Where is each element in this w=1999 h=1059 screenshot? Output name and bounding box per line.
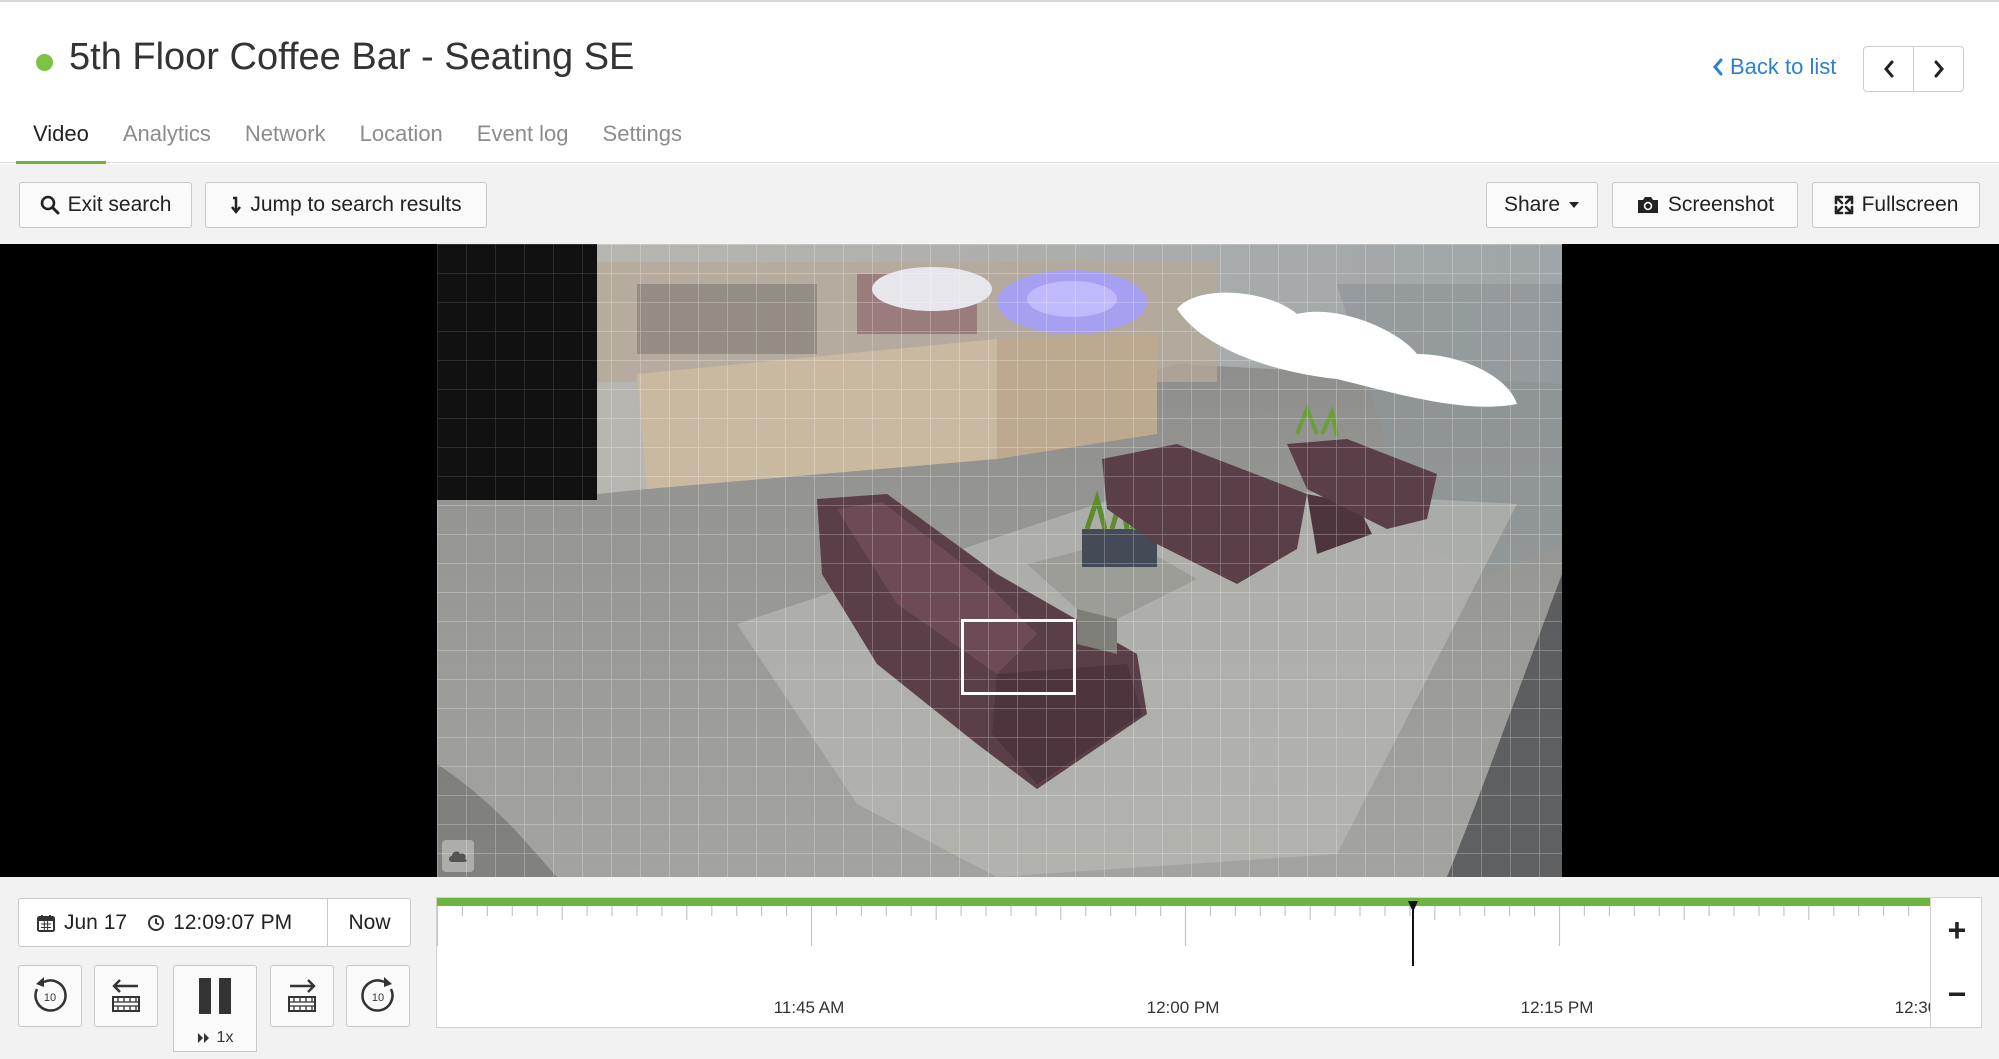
date-display[interactable]: Jun 17 bbox=[36, 911, 127, 935]
tab-event-log[interactable]: Event log bbox=[460, 118, 586, 164]
page-header: 5th Floor Coffee Bar - Seating SE Back t… bbox=[0, 2, 1999, 164]
jump-to-now-button[interactable]: Now bbox=[327, 898, 411, 947]
next-camera-button[interactable] bbox=[1913, 47, 1963, 91]
fullscreen-icon bbox=[1834, 195, 1853, 215]
next-clip-icon bbox=[288, 979, 316, 1012]
svg-text:10: 10 bbox=[44, 992, 56, 1004]
camera-feed-image bbox=[437, 244, 1562, 877]
tab-network[interactable]: Network bbox=[228, 118, 343, 164]
online-status-dot bbox=[36, 54, 53, 71]
jump-to-search-results-button[interactable]: Jump to search results bbox=[205, 182, 487, 228]
fullscreen-button[interactable]: Fullscreen bbox=[1812, 182, 1980, 228]
rewind-10-icon: 10 bbox=[34, 977, 67, 1012]
time-display[interactable]: 12:09:07 PM bbox=[147, 911, 292, 935]
svg-text:10: 10 bbox=[372, 992, 384, 1004]
timeline-zoom-controls: + − bbox=[1930, 897, 1982, 1028]
previous-event-button[interactable] bbox=[94, 965, 158, 1027]
motion-search-region[interactable] bbox=[961, 619, 1076, 695]
chevron-left-icon bbox=[1883, 60, 1893, 78]
fast-forward-icon bbox=[197, 1032, 209, 1043]
caret-down-icon bbox=[1569, 202, 1580, 208]
cloud-icon bbox=[442, 840, 474, 872]
timeline-label-1145: 11:45 AM bbox=[774, 998, 845, 1017]
previous-camera-button[interactable] bbox=[1864, 47, 1913, 91]
back-to-list-link[interactable]: Back to list bbox=[1712, 54, 1836, 80]
camera-navigation bbox=[1863, 46, 1964, 92]
forward-10-seconds-button[interactable]: 10 bbox=[346, 965, 410, 1027]
pause-button[interactable] bbox=[173, 965, 257, 1027]
chevron-left-icon bbox=[1713, 58, 1723, 76]
video-player[interactable] bbox=[0, 244, 1999, 877]
timeline-scrubber[interactable]: 11:45 AM 12:00 PM 12:15 PM 12:30 PM bbox=[436, 897, 1967, 1028]
timeline-track: 11:45 AM 12:00 PM 12:15 PM 12:30 PM bbox=[436, 898, 1967, 1017]
screenshot-button[interactable]: Screenshot bbox=[1612, 182, 1798, 228]
date-label: Jun 17 bbox=[64, 910, 128, 934]
zoom-in-button[interactable]: + bbox=[1931, 898, 1983, 962]
chevron-right-icon bbox=[1934, 60, 1944, 78]
rewind-10-seconds-button[interactable]: 10 bbox=[18, 965, 82, 1027]
calendar-icon bbox=[37, 914, 55, 932]
exit-search-button[interactable]: Exit search bbox=[19, 182, 192, 228]
timeline-ticks bbox=[436, 906, 1910, 946]
next-event-button[interactable] bbox=[270, 965, 334, 1027]
video-toolbar: Exit search Jump to search results Share… bbox=[0, 164, 1999, 244]
tab-video[interactable]: Video bbox=[16, 118, 106, 164]
fullscreen-label: Fullscreen bbox=[1861, 193, 1959, 216]
exit-search-label: Exit search bbox=[67, 193, 172, 216]
timeline-label-1230: 12:30 PM bbox=[1895, 998, 1930, 1017]
zoom-out-button[interactable]: − bbox=[1931, 962, 1983, 1026]
clock-icon bbox=[148, 914, 165, 931]
back-to-list-label: Back to list bbox=[1730, 54, 1837, 79]
pause-icon bbox=[199, 978, 231, 1014]
timeline-label-1200: 12:00 PM bbox=[1147, 998, 1220, 1017]
recorded-footage-bar bbox=[437, 898, 1930, 906]
forward-10-icon: 10 bbox=[361, 977, 394, 1012]
arrow-down-icon bbox=[231, 196, 242, 215]
previous-clip-icon bbox=[112, 979, 140, 1012]
share-dropdown-button[interactable]: Share bbox=[1486, 182, 1598, 228]
camera-video-page: 5th Floor Coffee Bar - Seating SE Back t… bbox=[0, 0, 1999, 1059]
tab-analytics[interactable]: Analytics bbox=[106, 118, 228, 164]
share-label: Share bbox=[1503, 193, 1561, 216]
tab-bar: Video Analytics Network Location Event l… bbox=[16, 118, 699, 164]
jump-to-search-results-label: Jump to search results bbox=[250, 193, 462, 216]
screenshot-label: Screenshot bbox=[1667, 193, 1775, 216]
camera-scene bbox=[437, 244, 1562, 877]
camera-icon bbox=[1637, 197, 1658, 213]
tab-settings[interactable]: Settings bbox=[586, 118, 700, 164]
playback-speed-label: 1x bbox=[216, 1028, 234, 1046]
page-title: 5th Floor Coffee Bar - Seating SE bbox=[69, 36, 635, 78]
time-label: 12:09:07 PM bbox=[173, 910, 293, 934]
playback-speed-button[interactable]: 1x bbox=[173, 1024, 257, 1052]
search-icon bbox=[40, 195, 60, 215]
timeline-label-1215: 12:15 PM bbox=[1521, 998, 1594, 1017]
tab-location[interactable]: Location bbox=[343, 118, 460, 164]
